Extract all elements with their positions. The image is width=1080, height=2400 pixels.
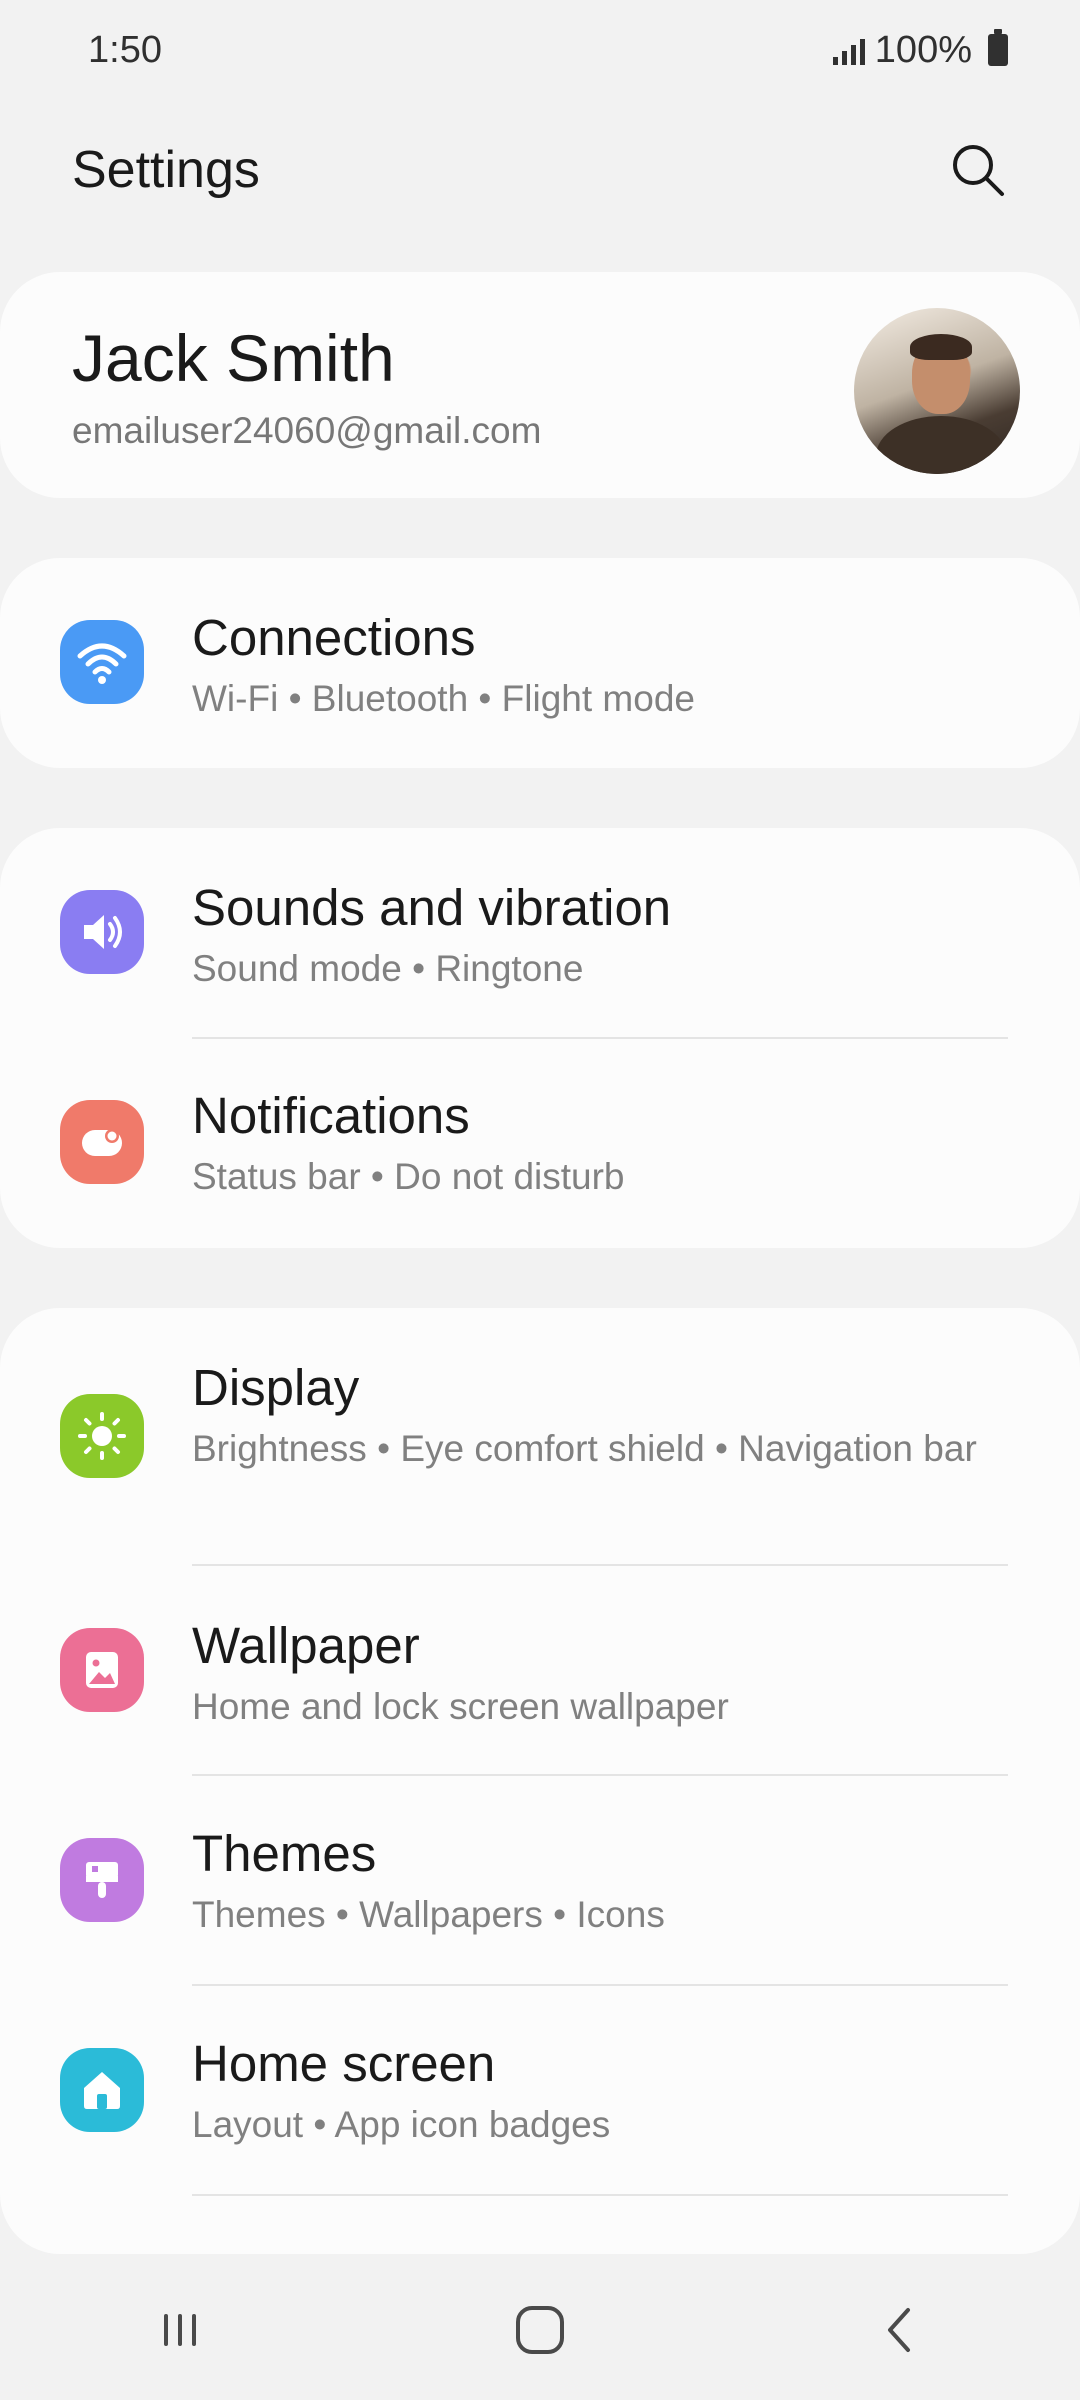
brush-icon [60, 1838, 144, 1922]
settings-item-title: Notifications [192, 1087, 470, 1144]
home-button-icon [516, 2306, 564, 2354]
speaker-icon [60, 890, 144, 974]
image-icon [60, 1628, 144, 1712]
settings-item-title: Themes [192, 1825, 377, 1882]
settings-item-subtitle: Layout • App icon badges [192, 2104, 611, 2145]
profile-email: emailuser24060@gmail.com [72, 410, 542, 451]
settings-item-notifications[interactable]: Notifications Status bar • Do not distur… [0, 1038, 1080, 1248]
home-icon [60, 2048, 144, 2132]
avatar[interactable] [854, 308, 1020, 474]
status-time: 1:50 [88, 28, 162, 71]
settings-group-display: Display Brightness • Eye comfort shield … [0, 1308, 1080, 2254]
back-button[interactable] [840, 2270, 960, 2390]
home-button[interactable] [480, 2270, 600, 2390]
recents-button[interactable] [120, 2270, 240, 2390]
back-icon [888, 2308, 910, 2352]
settings-item-title: Display [192, 1359, 360, 1416]
settings-group-sound-notifications: Sounds and vibration Sound mode • Ringto… [0, 828, 1080, 1248]
settings-item-wallpaper[interactable]: Wallpaper Home and lock screen wallpaper [0, 1566, 1080, 1776]
search-icon [953, 145, 1004, 196]
settings-item-home-screen[interactable]: Home screen Layout • App icon badges [0, 1986, 1080, 2196]
sun-icon [60, 1394, 144, 1478]
settings-group-connections: Connections Wi-Fi • Bluetooth • Flight m… [0, 558, 1080, 768]
battery-icon [988, 29, 1008, 66]
status-bar: 1:50 100% [0, 0, 1080, 100]
settings-item-subtitle: Themes • Wallpapers • Icons [192, 1894, 665, 1935]
settings-item-connections[interactable]: Connections Wi-Fi • Bluetooth • Flight m… [0, 558, 1080, 768]
profile-name: Jack Smith [72, 321, 395, 395]
divider [192, 2194, 1008, 2196]
settings-item-display[interactable]: Display Brightness • Eye comfort shield … [0, 1308, 1080, 1564]
status-icons: 100% [832, 28, 1008, 72]
recents-icon [164, 2314, 196, 2346]
settings-item-themes[interactable]: Themes Themes • Wallpapers • Icons [0, 1776, 1080, 1986]
settings-item-subtitle: Status bar • Do not disturb [192, 1156, 625, 1197]
search-button[interactable] [936, 128, 1020, 212]
settings-item-subtitle: Wi-Fi • Bluetooth • Flight mode [192, 678, 695, 719]
navigation-bar [0, 2260, 1080, 2400]
battery-percent: 100% [874, 28, 972, 71]
page-title: Settings [72, 141, 260, 199]
settings-item-title: Wallpaper [192, 1617, 420, 1674]
settings-item-sounds[interactable]: Sounds and vibration Sound mode • Ringto… [0, 828, 1080, 1038]
notification-icon [60, 1100, 144, 1184]
settings-item-subtitle: Home and lock screen wallpaper [192, 1686, 729, 1727]
profile-card[interactable]: Jack Smith emailuser24060@gmail.com [0, 272, 1080, 498]
settings-item-title: Home screen [192, 2035, 496, 2092]
settings-screen: 1:50 100% Settings Jack Smith emailuser2… [0, 0, 1080, 2400]
header: Settings [0, 120, 1080, 220]
wifi-icon [60, 620, 144, 704]
settings-item-subtitle: Brightness • Eye comfort shield • Naviga… [192, 1428, 977, 1469]
signal-icon [832, 35, 865, 65]
settings-item-title: Connections [192, 609, 476, 666]
settings-item-subtitle: Sound mode • Ringtone [192, 948, 584, 989]
settings-item-title: Sounds and vibration [192, 879, 672, 936]
